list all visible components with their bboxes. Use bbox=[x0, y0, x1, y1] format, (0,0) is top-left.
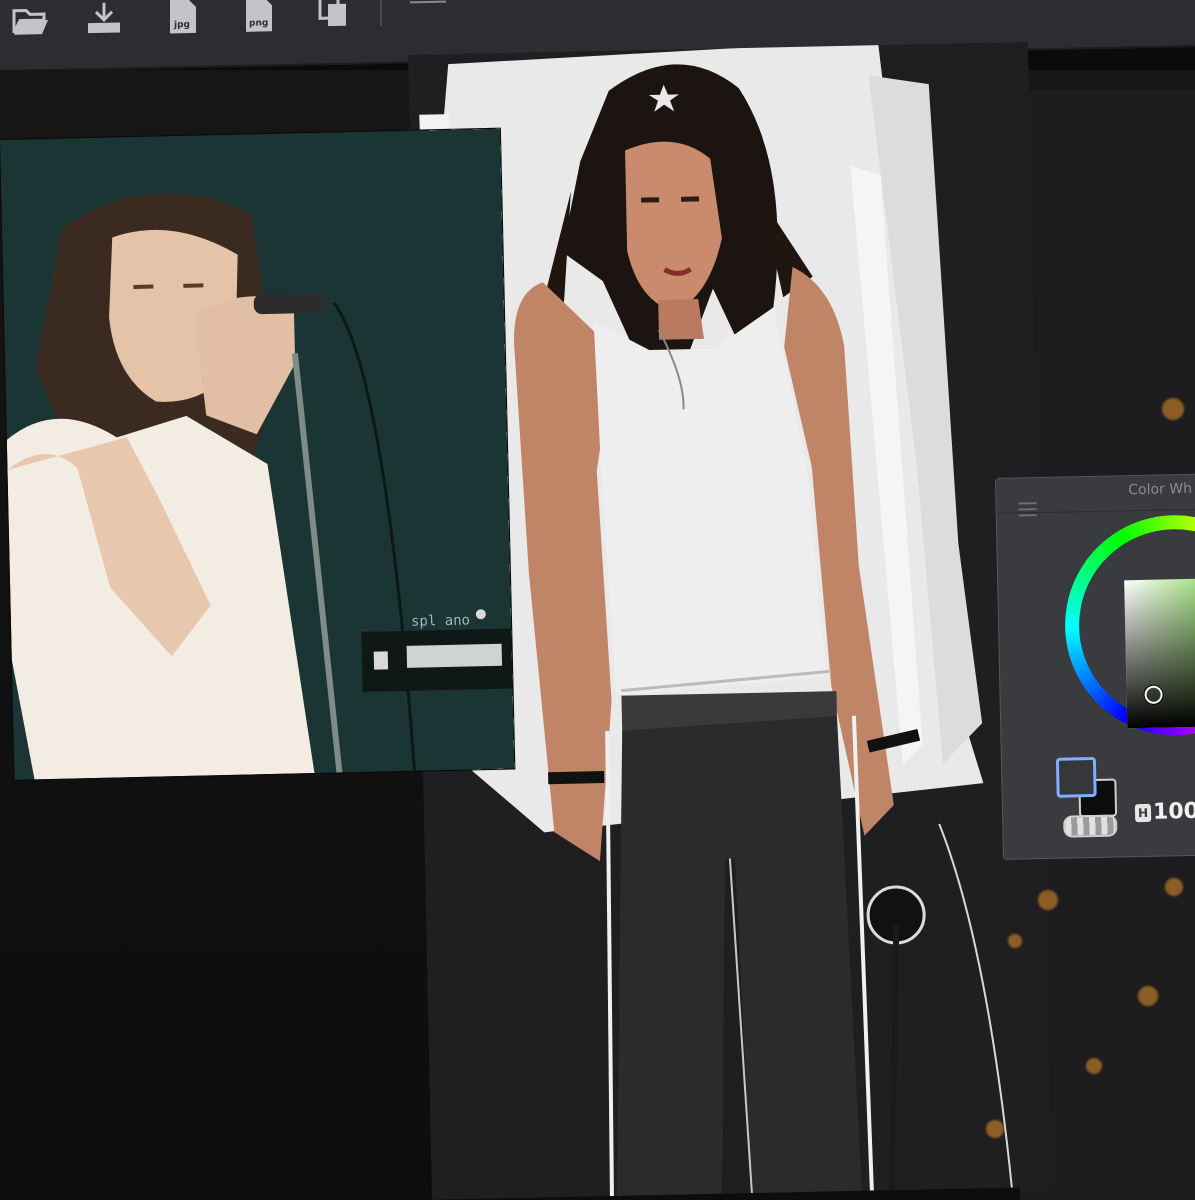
bokeh-light bbox=[1165, 878, 1183, 896]
saturation-value-square[interactable] bbox=[1124, 578, 1195, 729]
bokeh-light bbox=[986, 1120, 1004, 1138]
bokeh-light bbox=[1086, 1058, 1102, 1074]
export-png-icon[interactable]: png bbox=[236, 0, 280, 37]
toolbar-separator bbox=[380, 0, 382, 27]
color-panel-header[interactable]: Color Wh bbox=[996, 474, 1195, 517]
reference-photo[interactable]: spl ano bbox=[0, 128, 515, 780]
bokeh-light bbox=[1038, 890, 1058, 910]
svg-text:jpg: jpg bbox=[173, 20, 190, 30]
bokeh-light bbox=[1162, 398, 1184, 420]
foreground-color-swatch[interactable] bbox=[1055, 756, 1097, 798]
open-folder-icon[interactable] bbox=[8, 1, 52, 42]
download-icon[interactable] bbox=[82, 0, 126, 40]
export-jpg-icon[interactable]: jpg bbox=[160, 0, 204, 39]
color-panel-title: Color Wh bbox=[1128, 480, 1193, 499]
panel-menu-icon[interactable] bbox=[1018, 502, 1037, 517]
h-value-readout: 100 bbox=[1152, 798, 1195, 825]
bokeh-light bbox=[1138, 986, 1158, 1006]
toolbar-overflow[interactable] bbox=[410, 0, 446, 4]
copy-icon[interactable] bbox=[312, 0, 356, 35]
reference-image: spl ano bbox=[0, 128, 515, 780]
color-wheel-panel: Color Wh H 100 bbox=[995, 473, 1195, 860]
h-mode-badge[interactable]: H bbox=[1134, 803, 1152, 823]
bokeh-light bbox=[1008, 934, 1022, 948]
amp-label: spl ano bbox=[411, 612, 470, 629]
transparent-color-toggle[interactable] bbox=[1063, 814, 1118, 838]
svg-text:png: png bbox=[249, 18, 268, 28]
